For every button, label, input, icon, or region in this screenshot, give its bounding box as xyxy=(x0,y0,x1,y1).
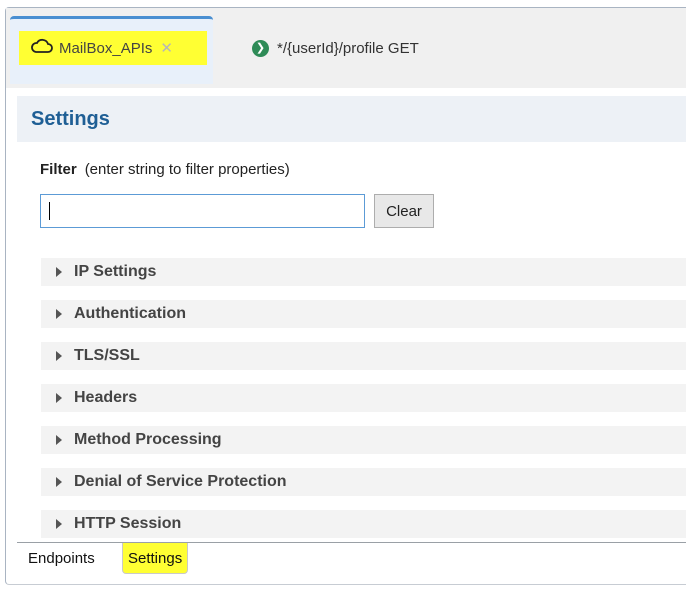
bottom-tab-label: Endpoints xyxy=(28,549,95,567)
section-http-session[interactable]: HTTP Session xyxy=(41,510,686,538)
text-caret xyxy=(49,202,50,220)
section-method-processing[interactable]: Method Processing xyxy=(41,426,686,454)
page-title: Settings xyxy=(31,107,110,130)
section-label: Headers xyxy=(74,389,138,406)
tab-profile-get[interactable]: ❯ */{userId}/profile GET xyxy=(252,38,419,58)
section-denial-of-service-protection[interactable]: Denial of Service Protection xyxy=(41,468,686,496)
expand-triangle-icon xyxy=(56,477,62,487)
filter-label-row: Filter (enter string to filter properties… xyxy=(40,161,290,178)
filter-input[interactable] xyxy=(40,194,365,228)
expand-triangle-icon xyxy=(56,351,62,361)
bottom-tab-bar: Endpoints Settings xyxy=(17,542,686,576)
section-label: Authentication xyxy=(74,305,186,322)
section-label: IP Settings xyxy=(74,263,157,280)
tab-mailbox-apis-label-group[interactable]: MailBox_APIs ✕ xyxy=(31,38,173,58)
settings-header: Settings xyxy=(17,96,686,142)
section-headers[interactable]: Headers xyxy=(41,384,686,412)
section-label: Method Processing xyxy=(74,431,222,448)
expand-triangle-icon xyxy=(56,309,62,319)
window-frame xyxy=(5,7,686,585)
cloud-icon xyxy=(31,38,53,58)
bottom-tab-endpoints[interactable]: Endpoints xyxy=(28,543,95,573)
expand-triangle-icon xyxy=(56,519,62,529)
bottom-tab-label: Settings xyxy=(128,549,183,567)
expand-triangle-icon xyxy=(56,393,62,403)
filter-label: Filter xyxy=(40,161,77,178)
tab-label: */{userId}/profile GET xyxy=(277,39,419,57)
expand-triangle-icon xyxy=(56,267,62,277)
section-label: TLS/SSL xyxy=(74,347,140,364)
tab-label: MailBox_APIs xyxy=(59,39,153,57)
filter-hint: (enter string to filter properties) xyxy=(84,161,290,178)
expand-triangle-icon xyxy=(56,435,62,445)
close-icon[interactable]: ✕ xyxy=(160,39,173,57)
section-ip-settings[interactable]: IP Settings xyxy=(41,258,686,286)
clear-button[interactable]: Clear xyxy=(374,194,434,228)
bottom-tab-settings[interactable]: Settings xyxy=(122,543,189,574)
green-arrow-circle-icon: ❯ xyxy=(252,39,269,57)
section-label: HTTP Session xyxy=(74,515,182,532)
section-authentication[interactable]: Authentication xyxy=(41,300,686,328)
section-label: Denial of Service Protection xyxy=(74,473,287,490)
section-tls-ssl[interactable]: TLS/SSL xyxy=(41,342,686,370)
